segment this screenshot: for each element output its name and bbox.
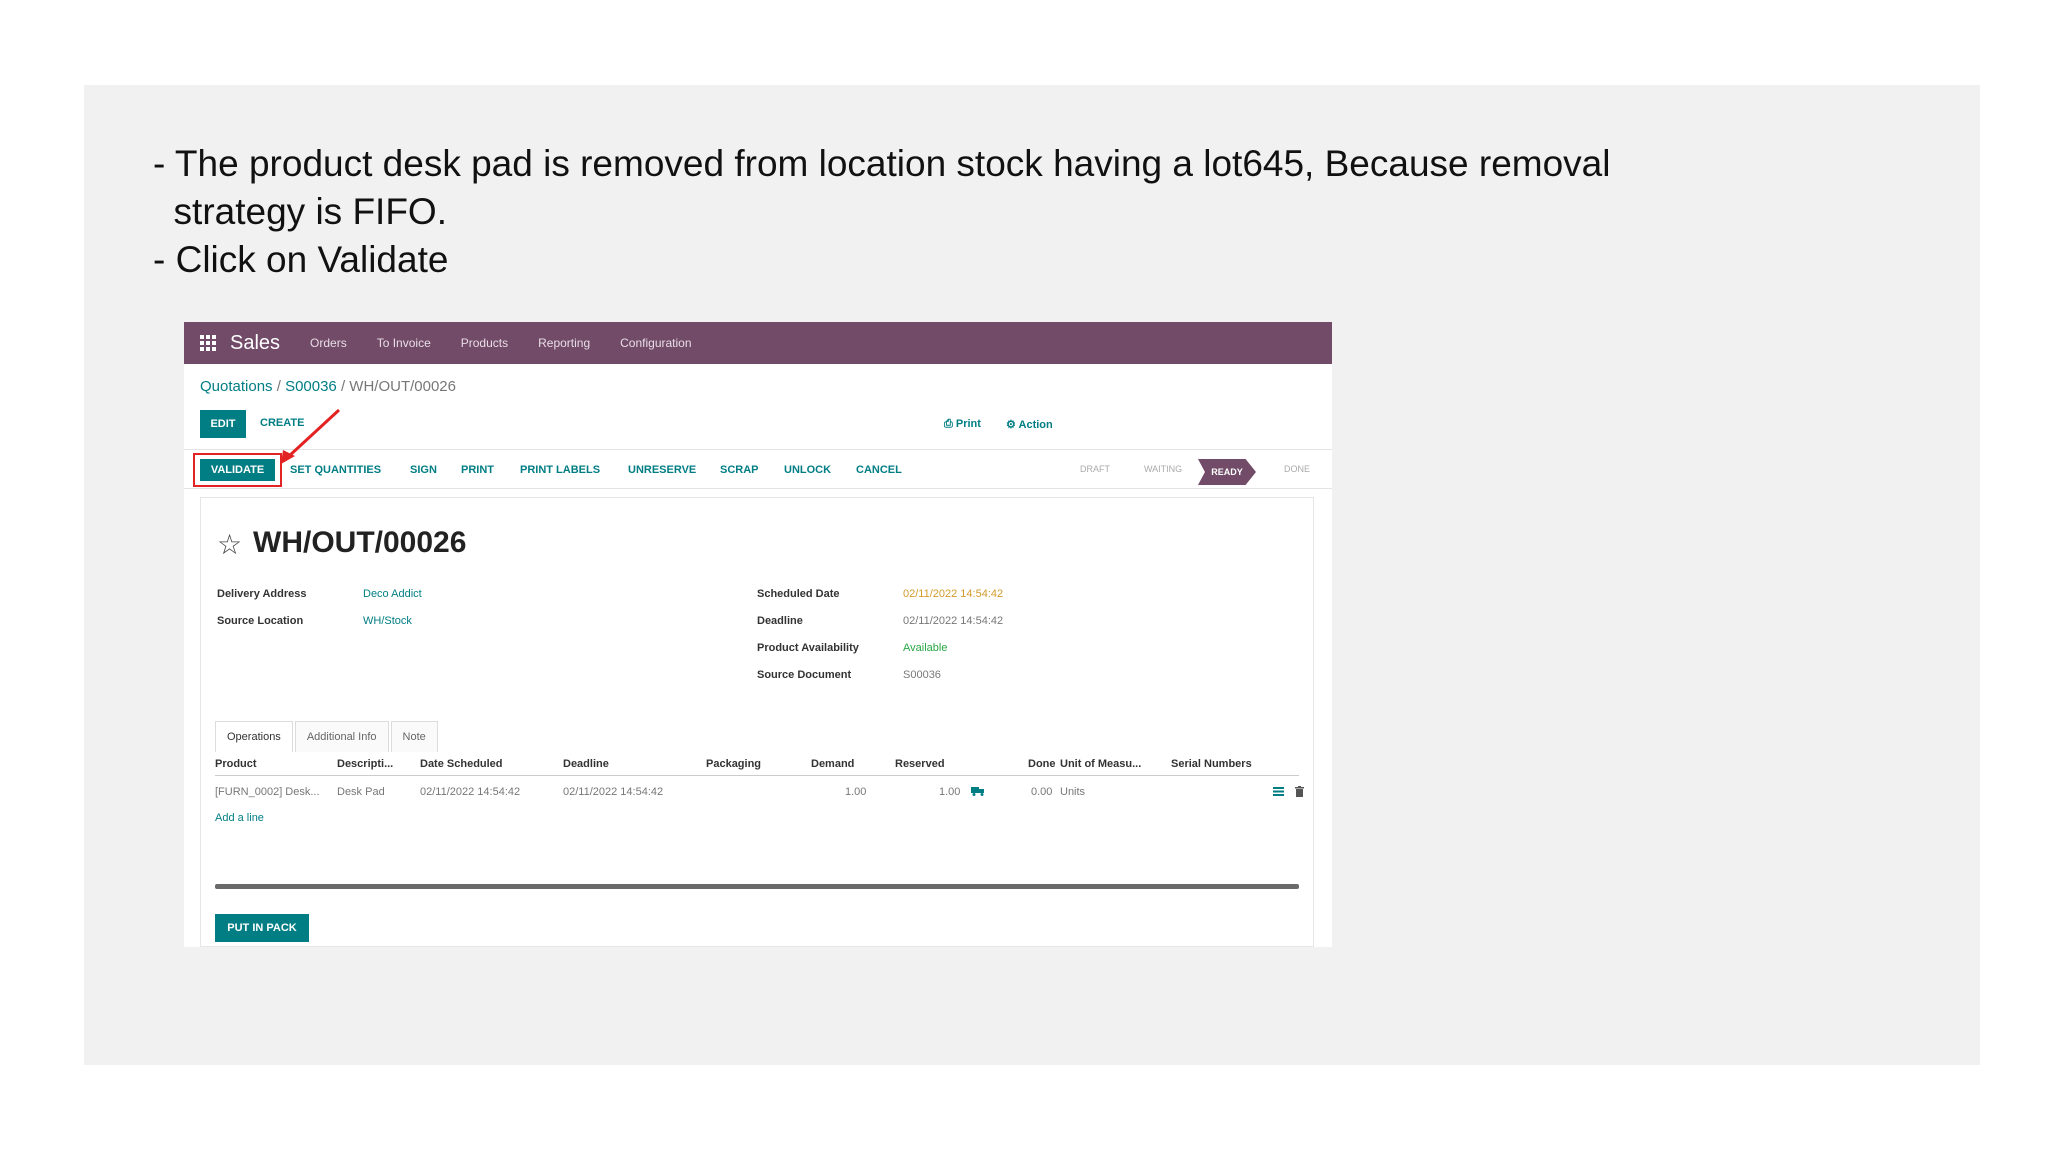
instruction-line-2: strategy is FIFO. [153,191,447,232]
star-icon[interactable]: ☆ [217,528,242,561]
delivery-address-value[interactable]: Deco Addict [363,588,422,600]
cell-product[interactable]: [FURN_0002] Desk... [215,786,320,798]
notebook-tabs: Operations Additional Info Note [215,721,440,752]
odoo-screenshot: Sales Orders To Invoice Products Reporti… [184,322,1332,947]
put-in-pack-button[interactable]: PUT IN PACK [215,914,309,942]
deadline-label: Deadline [757,615,803,627]
column-header-product[interactable]: Product [215,758,257,770]
availability-label: Product Availability [757,642,859,654]
cell-date-scheduled[interactable]: 02/11/2022 14:54:42 [420,786,520,798]
column-header-deadline[interactable]: Deadline [563,758,609,770]
column-header-reserved[interactable]: Reserved [895,758,945,770]
cell-description[interactable]: Desk Pad [337,786,385,798]
truck-icon[interactable] [971,786,985,796]
tab-additional-info[interactable]: Additional Info [294,721,389,752]
table-header-divider [215,775,1299,776]
horizontal-scrollbar[interactable] [215,884,1299,889]
tab-note[interactable]: Note [390,721,438,752]
trash-icon[interactable] [1295,786,1304,797]
deadline-value[interactable]: 02/11/2022 14:54:42 [903,615,1003,627]
column-header-description[interactable]: Descripti... [337,758,393,770]
column-header-packaging[interactable]: Packaging [706,758,761,770]
cell-deadline[interactable]: 02/11/2022 14:54:42 [563,786,663,798]
detailed-operations-icon[interactable] [1273,787,1284,796]
cell-demand[interactable]: 1.00 [845,786,866,798]
availability-value: Available [903,642,948,654]
column-header-uom[interactable]: Unit of Measu... [1060,758,1141,770]
cell-uom[interactable]: Units [1060,786,1085,798]
instruction-line-3: - Click on Validate [153,239,449,280]
add-line-link[interactable]: Add a line [215,812,264,824]
cell-done[interactable]: 0.00 [1031,786,1052,798]
delivery-address-label: Delivery Address [217,588,307,600]
source-location-label: Source Location [217,615,304,627]
source-location-value[interactable]: WH/Stock [363,615,412,627]
form-sheet: ☆ WH/OUT/00026 Delivery Address Deco Add… [200,497,1314,947]
tab-operations[interactable]: Operations [215,721,293,752]
column-header-serial-numbers[interactable]: Serial Numbers [1171,758,1252,770]
scheduled-date-label: Scheduled Date [757,588,840,600]
column-header-demand[interactable]: Demand [811,758,854,770]
instruction-line-1: - The product desk pad is removed from l… [153,143,1611,184]
cell-reserved[interactable]: 1.00 [939,786,960,798]
record-title: WH/OUT/00026 [253,526,467,559]
column-header-date-scheduled[interactable]: Date Scheduled [420,758,503,770]
column-header-done[interactable]: Done [1028,758,1056,770]
instruction-text: - The product desk pad is removed from l… [153,140,1610,284]
source-document-value[interactable]: S00036 [903,669,941,681]
source-document-label: Source Document [757,669,852,681]
scheduled-date-value[interactable]: 02/11/2022 14:54:42 [903,588,1003,600]
